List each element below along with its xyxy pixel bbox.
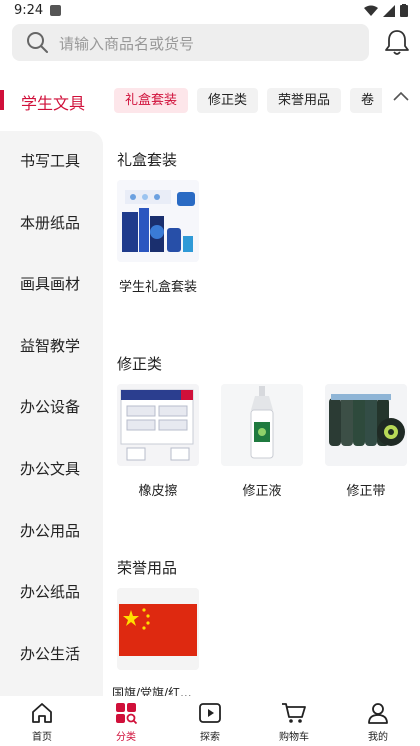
- tab-category-label: 分类: [116, 732, 136, 743]
- product-name: 修正带: [346, 484, 386, 499]
- main-category-label: 学生文具: [21, 94, 86, 113]
- product-name: 学生礼盒套装: [118, 280, 197, 295]
- tab-category[interactable]: 分类: [96, 700, 156, 743]
- battery-icon: [400, 4, 408, 17]
- product-name: 修正液: [242, 484, 282, 499]
- status-time: 9:24: [14, 3, 44, 18]
- section-title-correction: 修正类: [117, 355, 163, 373]
- sidebar-item-art-supplies[interactable]: 画具画材: [0, 254, 103, 316]
- chip-honor[interactable]: 荣誉用品: [267, 88, 342, 113]
- bell-icon[interactable]: [384, 28, 410, 56]
- tab-explore-label: 探索: [200, 732, 220, 743]
- play-icon: [199, 703, 221, 723]
- chip-gift-set[interactable]: 礼盒套装: [114, 88, 189, 113]
- tab-profile-label: 我的: [368, 732, 388, 743]
- bottom-tab-bar: 首页 分类 探索 购物车 我的: [0, 696, 420, 746]
- search-placeholder: 请输入商品名或货号: [59, 35, 195, 53]
- sidebar-item-office-equipment[interactable]: 办公设备: [0, 377, 103, 439]
- product-card[interactable]: 学生礼盒套装: [117, 180, 199, 295]
- notification-icon: [50, 5, 61, 16]
- product-name: 国旗/党旗/红...: [112, 686, 192, 696]
- tab-cart-label: 购物车: [279, 732, 309, 743]
- product-name: 橡皮擦: [138, 484, 178, 499]
- product-image-correction-fluid: [221, 384, 303, 466]
- sidebar-item-office-stationery[interactable]: 办公文具: [0, 439, 103, 501]
- active-indicator: [0, 90, 4, 110]
- product-card[interactable]: 橡皮擦: [117, 384, 199, 499]
- tab-explore[interactable]: 探索: [180, 700, 240, 743]
- status-bar: 9:24: [0, 0, 420, 22]
- product-image-flag: [117, 588, 199, 670]
- product-image-correction-tape: [325, 384, 407, 466]
- sidebar-item-office-life[interactable]: 办公生活: [0, 624, 103, 686]
- home-icon: [32, 703, 52, 723]
- search-input[interactable]: 请输入商品名或货号: [12, 24, 369, 61]
- product-image-gift-set: [117, 180, 199, 262]
- product-card[interactable]: 修正液: [221, 384, 303, 499]
- search-icon: [27, 32, 48, 53]
- tab-profile[interactable]: 我的: [348, 700, 408, 743]
- product-card[interactable]: 修正带: [325, 384, 407, 499]
- sidebar-item-office-paper[interactable]: 办公纸品: [0, 562, 103, 624]
- section-title-gift-set: 礼盒套装: [117, 151, 178, 169]
- section-title-honor: 荣誉用品: [117, 559, 178, 577]
- sidebar-item-notebooks[interactable]: 本册纸品: [0, 193, 103, 255]
- wifi-icon: [364, 5, 378, 16]
- main-category[interactable]: 学生文具: [0, 87, 100, 113]
- signal-icon: [383, 4, 395, 17]
- sidebar-item-writing-tools[interactable]: 书写工具: [0, 131, 103, 193]
- chip-correction[interactable]: 修正类: [197, 88, 259, 113]
- tab-cart[interactable]: 购物车: [264, 700, 324, 743]
- category-icon: [116, 703, 138, 725]
- sidebar-item-office-supplies[interactable]: 办公用品: [0, 501, 103, 563]
- product-card[interactable]: 国旗/党旗/红...: [112, 588, 203, 696]
- sidebar-item-educational[interactable]: 益智教学: [0, 316, 103, 378]
- chip-roll[interactable]: 卷: [350, 88, 382, 113]
- product-list: 礼盒套装 学生礼盒套装 修正类 橡皮擦 修正液 修正带 荣誉用品 国旗/党旗/红…: [104, 131, 420, 696]
- user-icon: [368, 703, 388, 724]
- chevron-up-icon[interactable]: [393, 91, 409, 101]
- status-icons: [364, 4, 408, 17]
- tab-home[interactable]: 首页: [12, 700, 72, 743]
- category-strip: 学生文具 礼盒套装 修正类 荣誉用品卷: [0, 80, 420, 124]
- cart-icon: [282, 703, 306, 723]
- tab-home-label: 首页: [32, 732, 52, 743]
- product-image-eraser: [117, 384, 199, 466]
- sidebar: 书写工具 本册纸品 画具画材 益智教学 办公设备 办公文具 办公用品 办公纸品 …: [0, 131, 103, 696]
- subcategory-chips: 礼盒套装 修正类 荣誉用品卷: [114, 88, 382, 114]
